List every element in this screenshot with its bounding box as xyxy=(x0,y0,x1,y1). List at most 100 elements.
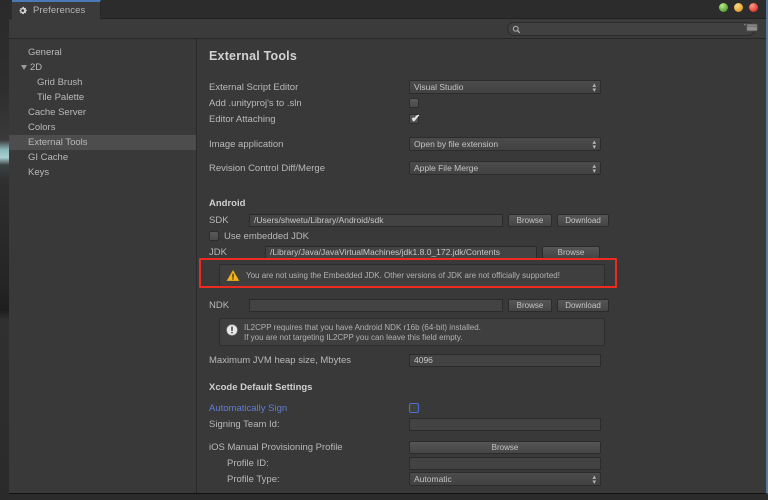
search-field[interactable] xyxy=(507,22,755,36)
chevron-updown-icon: ▴ ▾ xyxy=(592,82,596,94)
tab-preferences-label: Preferences xyxy=(33,5,86,16)
external-script-editor-value: Visual Studio xyxy=(414,82,464,92)
sidebar-item-label: Tile Palette xyxy=(37,92,85,103)
signing-team-id-input[interactable] xyxy=(409,417,601,431)
android-sdk-label: SDK xyxy=(209,214,229,226)
revision-control-label: Revision Control Diff/Merge xyxy=(209,162,325,174)
row-android-ndk: NDK Browse Download xyxy=(209,297,756,313)
row-automatically-sign: Automatically Sign xyxy=(209,400,756,416)
tab-preferences[interactable]: Preferences xyxy=(12,0,101,19)
ios-profile-type-dropdown[interactable]: Automatic ▴ ▾ xyxy=(409,472,601,486)
row-add-unityproj: Add .unityproj's to .sln xyxy=(209,95,756,111)
ios-profile-type-label: Profile Type: xyxy=(227,473,280,485)
android-sdk-download-button[interactable]: Download xyxy=(557,213,609,227)
automatically-sign-label: Automatically Sign xyxy=(209,402,288,414)
ndk-info-line1: IL2CPP requires that you have Android ND… xyxy=(244,323,481,332)
android-section-heading: Android xyxy=(209,198,246,209)
android-jdk-value: /Library/Java/JavaVirtualMachines/jdk1.8… xyxy=(270,247,500,257)
sidebar-item-external-tools[interactable]: External Tools xyxy=(9,135,196,150)
search-toolbar xyxy=(9,19,766,39)
browse-label: Browse xyxy=(557,247,585,257)
sidebar-item-colors[interactable]: Colors xyxy=(9,120,196,135)
row-revision-control: Revision Control Diff/Merge Apple File M… xyxy=(209,160,756,176)
sidebar-item-gi-cache[interactable]: GI Cache xyxy=(9,150,196,165)
ios-provisioning-browse-button[interactable]: Browse xyxy=(409,440,601,454)
use-embedded-jdk-label: Use embedded JDK xyxy=(224,230,310,242)
sidebar-item-label: GI Cache xyxy=(28,152,69,163)
sidebar-item-label: External Tools xyxy=(28,137,88,148)
download-label: Download xyxy=(565,300,601,310)
add-unityproj-label: Add .unityproj's to .sln xyxy=(209,97,302,109)
editor-attaching-checkbox[interactable]: ✔ xyxy=(409,113,421,125)
external-script-editor-dropdown[interactable]: Visual Studio ▴ ▾ xyxy=(409,80,601,94)
warning-icon xyxy=(226,269,240,282)
sidebar-item-label: Cache Server xyxy=(28,107,87,118)
android-jdk-browse-button[interactable]: Browse xyxy=(542,245,600,259)
ios-profile-type-value: Automatic xyxy=(414,474,452,484)
sidebar-item-label: Grid Brush xyxy=(37,77,83,88)
chevron-updown-icon: ▴ ▾ xyxy=(592,163,596,175)
android-jdk-input[interactable]: /Library/Java/JavaVirtualMachines/jdk1.8… xyxy=(265,245,537,259)
image-application-value: Open by file extension xyxy=(414,139,499,149)
image-application-dropdown[interactable]: Open by file extension ▴ ▾ xyxy=(409,137,601,151)
use-embedded-jdk-checkbox[interactable] xyxy=(209,231,219,241)
search-input[interactable] xyxy=(523,24,733,34)
sidebar-item-tile-palette[interactable]: Tile Palette xyxy=(9,90,196,105)
browse-label: Browse xyxy=(516,215,544,225)
android-sdk-value: /Users/shwetu/Library/Android/sdk xyxy=(254,215,384,225)
signing-team-id-label: Signing Team Id: xyxy=(209,418,280,430)
android-sdk-input[interactable]: /Users/shwetu/Library/Android/sdk xyxy=(249,213,503,227)
automatically-sign-checkbox[interactable] xyxy=(409,403,419,413)
preferences-body: General 2D Grid Brush Tile Palette Cache… xyxy=(9,39,766,493)
sidebar-item-general[interactable]: General xyxy=(9,45,196,60)
sidebar-item-label: General xyxy=(28,47,62,58)
sidebar-item-label: 2D xyxy=(30,62,43,73)
sidebar-item-2d[interactable]: 2D xyxy=(9,60,196,75)
jvm-heap-label: Maximum JVM heap size, Mbytes xyxy=(209,354,352,366)
download-label: Download xyxy=(565,215,601,225)
sidebar-item-grid-brush[interactable]: Grid Brush xyxy=(9,75,196,90)
browse-label: Browse xyxy=(491,442,519,452)
jdk-warning-box: You are not using the Embedded JDK. Othe… xyxy=(219,264,605,287)
android-sdk-browse-button[interactable]: Browse xyxy=(508,213,552,227)
row-signing-team-id: Signing Team Id: xyxy=(209,416,756,432)
row-external-script-editor: External Script Editor Visual Studio ▴ ▾ xyxy=(209,79,756,95)
external-script-editor-label: External Script Editor xyxy=(209,81,299,93)
image-application-label: Image application xyxy=(209,138,284,150)
chevron-updown-icon: ▴ ▾ xyxy=(592,139,596,151)
ios-profile-id-label: Profile ID: xyxy=(227,457,269,469)
browse-label: Browse xyxy=(516,300,544,310)
sidebar-item-label: Colors xyxy=(28,122,56,133)
info-icon xyxy=(226,324,238,336)
add-unityproj-checkbox[interactable] xyxy=(409,98,419,108)
row-jvm-heap: Maximum JVM heap size, Mbytes 4096 xyxy=(209,352,756,368)
checkmark-icon: ✔ xyxy=(411,113,421,125)
close-button[interactable] xyxy=(749,3,758,12)
external-tools-pane: External Tools External Script Editor Vi… xyxy=(197,39,766,493)
search-icon xyxy=(512,25,521,34)
ndk-info-line2: If you are not targeting IL2CPP you can … xyxy=(244,333,463,342)
revision-control-dropdown[interactable]: Apple File Merge ▴ ▾ xyxy=(409,161,601,175)
android-jdk-label: JDK xyxy=(209,246,227,258)
row-ios-profile-id: Profile ID: xyxy=(209,455,756,471)
xcode-section-heading: Xcode Default Settings xyxy=(209,382,313,393)
preferences-sidebar: General 2D Grid Brush Tile Palette Cache… xyxy=(9,39,197,493)
background-window-strip xyxy=(0,0,9,500)
chevron-down-icon[interactable] xyxy=(21,64,27,73)
android-ndk-browse-button[interactable]: Browse xyxy=(508,298,552,312)
minimize-button[interactable] xyxy=(734,3,743,12)
sidebar-item-cache-server[interactable]: Cache Server xyxy=(9,105,196,120)
jvm-heap-input[interactable]: 4096 xyxy=(409,353,601,367)
row-ios-provisioning-profile: iOS Manual Provisioning Profile Browse xyxy=(209,439,756,455)
jvm-heap-value: 4096 xyxy=(414,355,433,365)
chevron-updown-icon: ▴ ▾ xyxy=(592,474,596,486)
row-android-jdk: JDK /Library/Java/JavaVirtualMachines/jd… xyxy=(209,244,756,260)
ndk-info-text: IL2CPP requires that you have Android ND… xyxy=(244,323,481,343)
sidebar-item-keys[interactable]: Keys xyxy=(9,165,196,180)
android-ndk-input[interactable] xyxy=(249,298,503,312)
ios-profile-id-input[interactable] xyxy=(409,456,601,470)
row-android-sdk: SDK /Users/shwetu/Library/Android/sdk Br… xyxy=(209,212,756,228)
android-ndk-download-button[interactable]: Download xyxy=(557,298,609,312)
maximize-button[interactable] xyxy=(719,3,728,12)
revision-control-value: Apple File Merge xyxy=(414,163,479,173)
